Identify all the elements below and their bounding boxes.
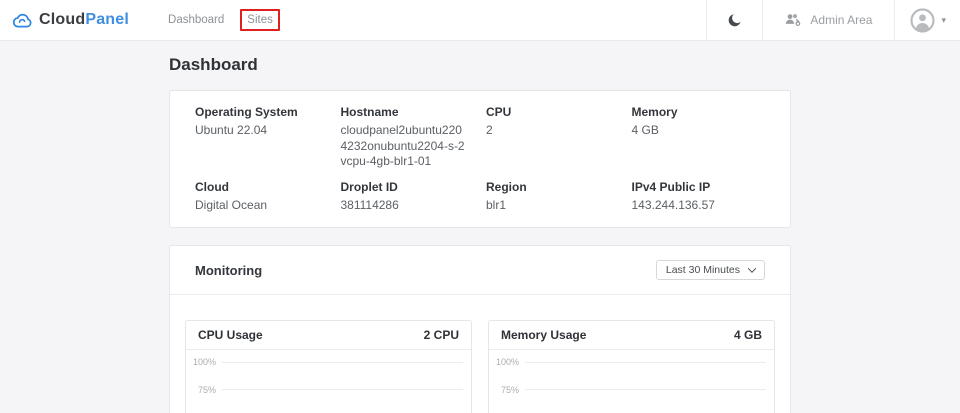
chart-capacity: 2 CPU — [423, 328, 459, 343]
monitoring-header: Monitoring Last 30 Minutes — [170, 246, 790, 296]
info-field-region: Region blr1 — [486, 179, 527, 212]
chart-capacity: 4 GB — [733, 328, 762, 343]
main-content: Dashboard Operating System Ubuntu 22.04 … — [169, 54, 791, 413]
nav-item-dashboard[interactable]: Dashboard — [167, 12, 225, 28]
chevron-down-icon: ▾ — [941, 14, 946, 25]
server-info-card: Operating System Ubuntu 22.04 Hostname c… — [169, 90, 791, 229]
admin-area-button[interactable]: Admin Area — [763, 0, 894, 40]
time-range-value: Last 30 Minutes — [665, 264, 740, 277]
chart-title: Memory Usage — [501, 328, 587, 343]
memory-usage-chart-card: Memory Usage 4 GB 100%75%50%25% — [488, 320, 775, 413]
info-field-cpu: CPU 2 — [486, 105, 512, 137]
monitoring-title: Monitoring — [195, 262, 263, 278]
cpu-usage-plot: 100%75%50%25% — [186, 350, 471, 413]
info-field-hostname: Hostname cloudpanel2ubuntu2204232onubunt… — [340, 105, 465, 169]
info-field-cloud: Cloud Digital Ocean — [195, 179, 268, 212]
chevron-down-icon — [747, 264, 757, 274]
dark-mode-toggle[interactable] — [707, 0, 762, 40]
navbar-actions: Admin Area ▾ — [706, 0, 960, 40]
info-field-droplet-id: Droplet ID 381114286 — [340, 179, 399, 212]
info-field-operating-system: Operating System Ubuntu 22.04 — [195, 105, 298, 137]
main-nav: Dashboard Sites — [167, 0, 280, 40]
page-title: Dashboard — [169, 55, 258, 74]
cpu-usage-chart-card: CPU Usage 2 CPU 100%75%50%25% — [185, 320, 472, 413]
nav-item-sites-label: Sites — [247, 14, 273, 26]
info-field-ipv4: IPv4 Public IP 143.244.136.57 — [631, 179, 715, 212]
user-menu-button[interactable]: ▾ — [895, 0, 960, 40]
monitoring-body: CPU Usage 2 CPU 100%75%50%25% Memory Usa… — [170, 295, 790, 413]
admin-area-label: Admin Area — [810, 13, 873, 27]
users-gear-icon — [785, 13, 802, 27]
avatar-icon — [909, 7, 936, 34]
time-range-select[interactable]: Last 30 Minutes — [655, 260, 765, 281]
brand-logo[interactable]: CloudPanel — [12, 11, 129, 29]
moon-icon — [726, 12, 743, 29]
info-field-memory: Memory 4 GB — [631, 105, 678, 137]
top-navbar: CloudPanel Dashboard Sites Admin Area ▾ — [0, 0, 960, 41]
cloud-logo-icon — [12, 12, 33, 29]
brand-name: CloudPanel — [39, 11, 130, 28]
nav-item-sites[interactable]: Sites — [240, 9, 280, 31]
chart-title: CPU Usage — [198, 328, 263, 343]
memory-usage-plot: 100%75%50%25% — [489, 350, 774, 413]
monitoring-card: Monitoring Last 30 Minutes CPU Usage 2 C… — [169, 245, 791, 413]
